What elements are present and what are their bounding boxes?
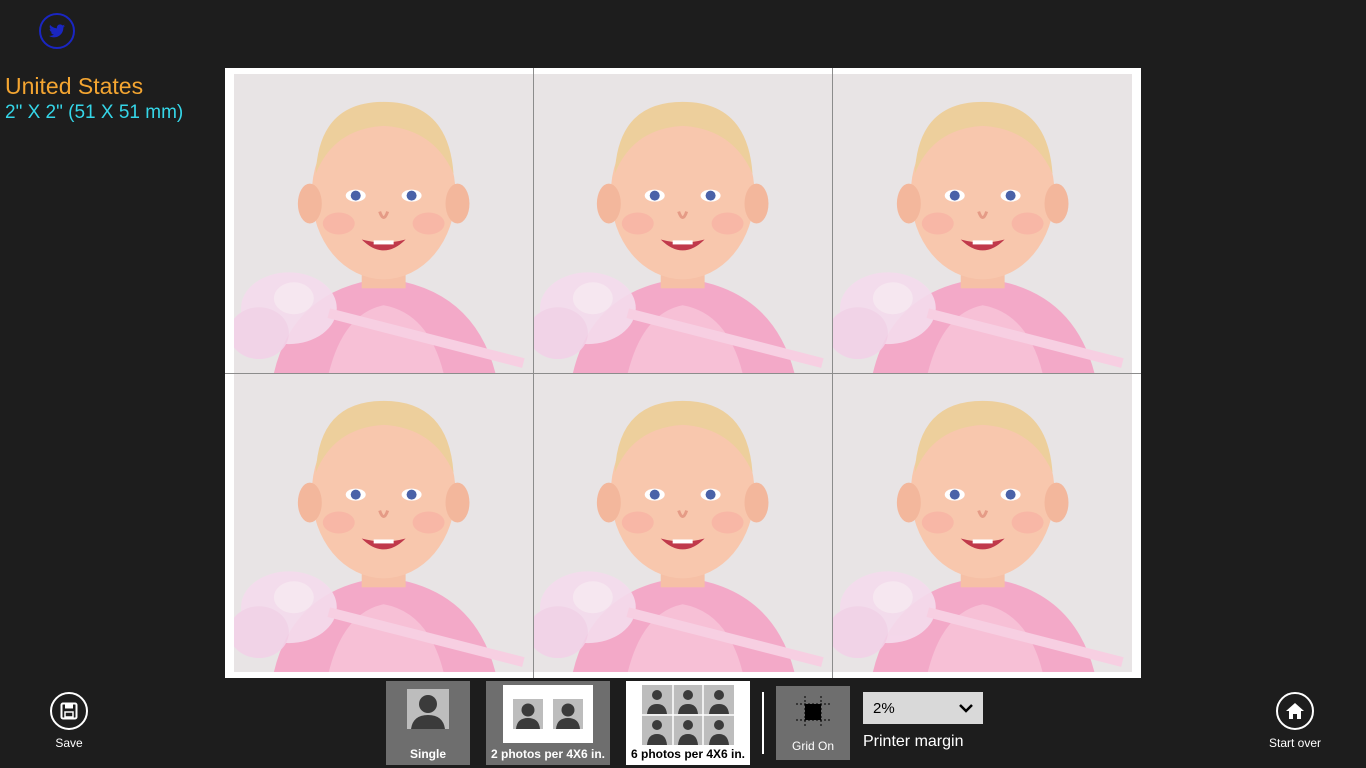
layout-two-photos-label: 2 photos per 4X6 in.: [490, 747, 606, 761]
start-over-label: Start over: [1268, 736, 1322, 750]
twitter-icon: [49, 24, 65, 38]
passport-photo: [533, 74, 833, 373]
printer-margin-value: 2%: [873, 699, 895, 717]
two-portraits-icon: [503, 685, 593, 743]
grid-icon: [796, 696, 830, 728]
layout-six-photos-button[interactable]: 6 photos per 4X6 in.: [626, 681, 750, 765]
printer-margin-label: Printer margin: [863, 733, 964, 750]
six-portraits-icon: [642, 685, 734, 745]
save-button[interactable]: Save: [44, 692, 94, 750]
home-icon: [1276, 692, 1314, 730]
printer-margin-select[interactable]: 2%: [863, 692, 983, 724]
appbar-divider: [762, 692, 764, 754]
grid-toggle-label: Grid On: [791, 739, 834, 753]
layout-two-photos-button[interactable]: 2 photos per 4X6 in.: [486, 681, 610, 765]
passport-photo: [234, 373, 534, 672]
layout-six-photos-label: 6 photos per 4X6 in.: [630, 747, 746, 761]
grid-line-horizontal: [225, 373, 1141, 374]
passport-photo: [234, 74, 534, 373]
country-name: United States: [5, 73, 144, 99]
save-icon: [50, 692, 88, 730]
start-over-button[interactable]: Start over: [1260, 692, 1330, 750]
passport-photo: [832, 74, 1132, 373]
save-label: Save: [55, 736, 83, 750]
passport-photo: [832, 373, 1132, 672]
layout-single-label: Single: [409, 747, 446, 761]
layout-single-button[interactable]: Single: [386, 681, 470, 765]
passport-photo: [533, 373, 833, 672]
chevron-down-icon: [959, 703, 973, 713]
photo-size-spec: 2" X 2" (51 X 51 mm): [5, 102, 184, 123]
single-portrait-icon: [407, 689, 449, 729]
twitter-button[interactable]: [39, 13, 75, 49]
grid-toggle-button[interactable]: Grid On: [776, 686, 850, 760]
